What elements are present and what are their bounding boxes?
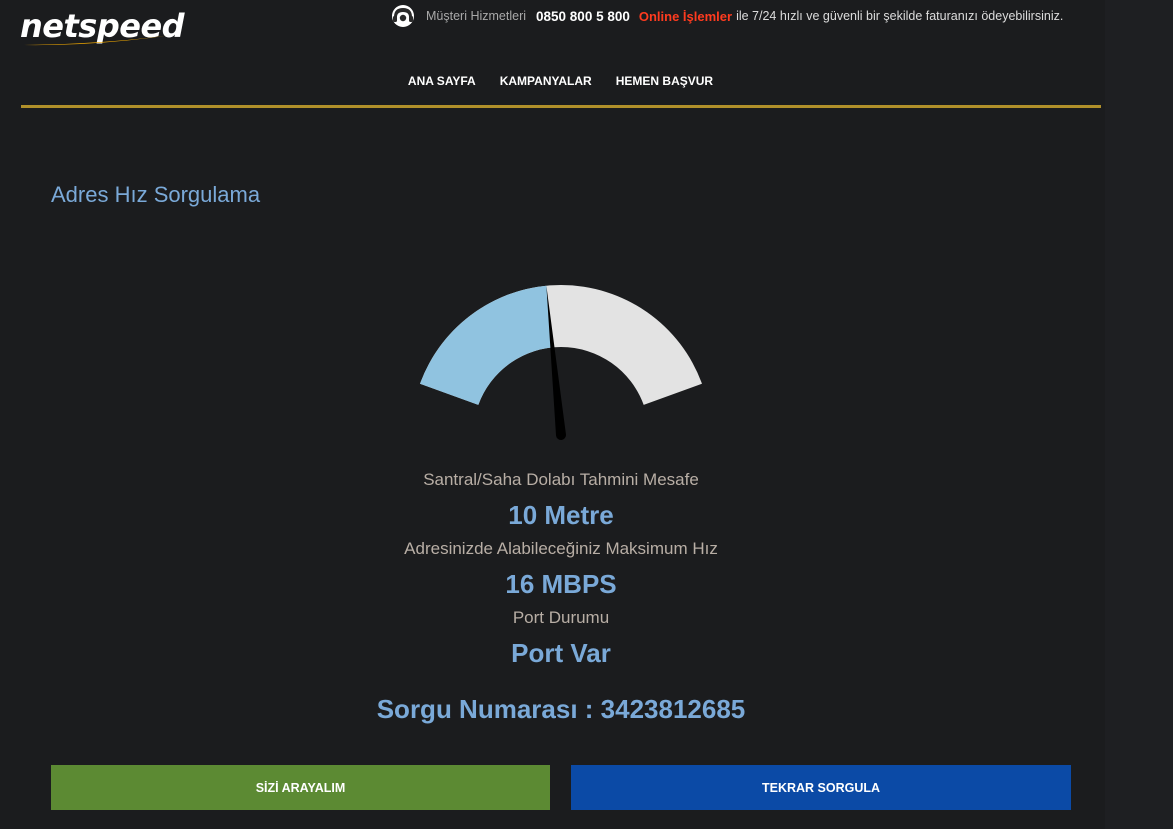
main-nav: ANA SAYFA KAMPANYALAR HEMEN BAŞVUR <box>0 74 1121 88</box>
query-again-button[interactable]: TEKRAR SORGULA <box>571 765 1071 810</box>
headset-icon <box>392 5 414 27</box>
port-label: Port Durumu <box>512 608 610 627</box>
gauge-fill <box>420 285 553 405</box>
logo-swoosh-icon <box>24 34 178 46</box>
distance-value: 10 Metre <box>508 500 614 530</box>
page: netspeed Müşteri Hizmetleri 0850 800 5 8… <box>0 0 1173 829</box>
speed-label: Adresinizde Alabileceğiniz Maksimum Hız <box>404 539 718 558</box>
distance-label: Santral/Saha Dolabı Tahmini Mesafe <box>423 470 699 489</box>
nav-item-home[interactable]: ANA SAYFA <box>408 74 476 88</box>
call-me-button[interactable]: SİZİ ARAYALIM <box>51 765 550 810</box>
port-value: Port Var <box>511 638 611 668</box>
online-description: ile 7/24 hızlı ve güvenli bir şekilde fa… <box>736 9 1064 23</box>
top-info-bar: Müşteri Hizmetleri 0850 800 5 800 Online… <box>390 4 1063 28</box>
scroll-gutter <box>1105 0 1173 829</box>
speed-value: 16 MBPS <box>505 569 617 599</box>
support-label: Müşteri Hizmetleri <box>426 9 527 23</box>
nav-item-apply[interactable]: HEMEN BAŞVUR <box>616 74 713 88</box>
online-transactions-link[interactable]: Online İşlemler <box>639 9 732 24</box>
nav-item-campaigns[interactable]: KAMPANYALAR <box>500 74 592 88</box>
speed-gauge <box>420 285 702 440</box>
nav-divider <box>21 105 1101 108</box>
page-title: Adres Hız Sorgulama <box>51 182 261 207</box>
logo[interactable]: netspeed <box>20 8 185 48</box>
query-number: Sorgu Numarası : 3423812685 <box>376 694 746 724</box>
support-phone[interactable]: 0850 800 5 800 <box>536 9 630 24</box>
